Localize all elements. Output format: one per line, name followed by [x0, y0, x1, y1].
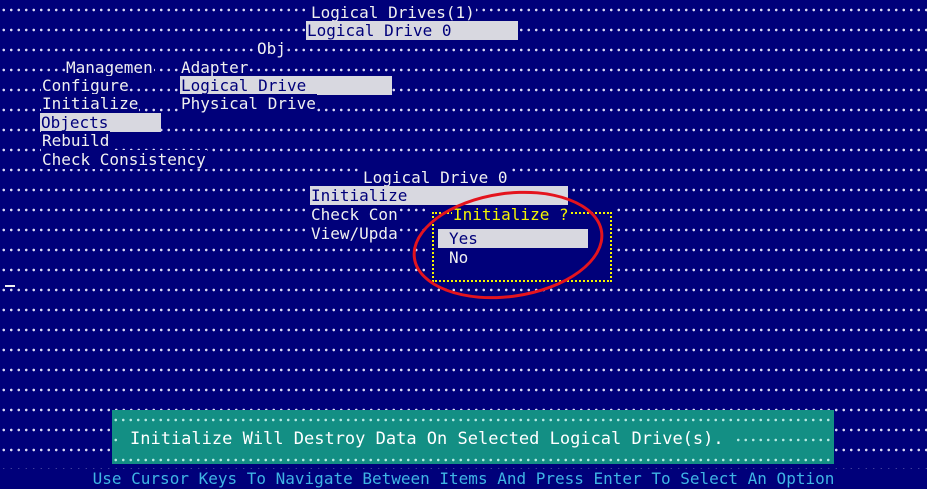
main-menu-item-management[interactable]: Managemen [65, 58, 154, 77]
logical-drive-menu-item-check-consistency[interactable]: Check Con [310, 205, 399, 224]
objects-menu-item-adapter[interactable]: Adapter [180, 58, 250, 77]
help-line: Use Cursor Keys To Navigate Between Item… [0, 469, 927, 489]
objects-menu-item-logical-drive[interactable]: Logical Drive [180, 76, 392, 95]
main-menu-item-objects[interactable]: Objects [40, 113, 161, 132]
main-menu-item-check-consistency[interactable]: Check Consistency [41, 150, 207, 169]
main-menu-item-rebuild[interactable]: Rebuild [41, 131, 111, 150]
main-menu-item-configure[interactable]: Configure [41, 76, 130, 95]
logical-drive-menu-title: Logical Drive 0 [362, 168, 509, 187]
text-cursor [5, 285, 15, 287]
logical-drive-menu-item-view-update[interactable]: View/Upda [310, 224, 399, 243]
logical-drive-0-item[interactable]: Logical Drive 0 [306, 21, 518, 40]
objects-menu-title: Obj [256, 39, 287, 58]
status-message: Initialize Will Destroy Data On Selected… [122, 426, 732, 452]
objects-menu-item-physical-drive[interactable]: Physical Drive [180, 94, 317, 113]
main-menu-item-initialize[interactable]: Initialize [41, 94, 140, 113]
logical-drives-menu-title: Logical Drives(1) [310, 3, 476, 22]
raid-bios-screen: Logical Drives(1) Logical Drive 0 Obj Ma… [0, 0, 927, 489]
